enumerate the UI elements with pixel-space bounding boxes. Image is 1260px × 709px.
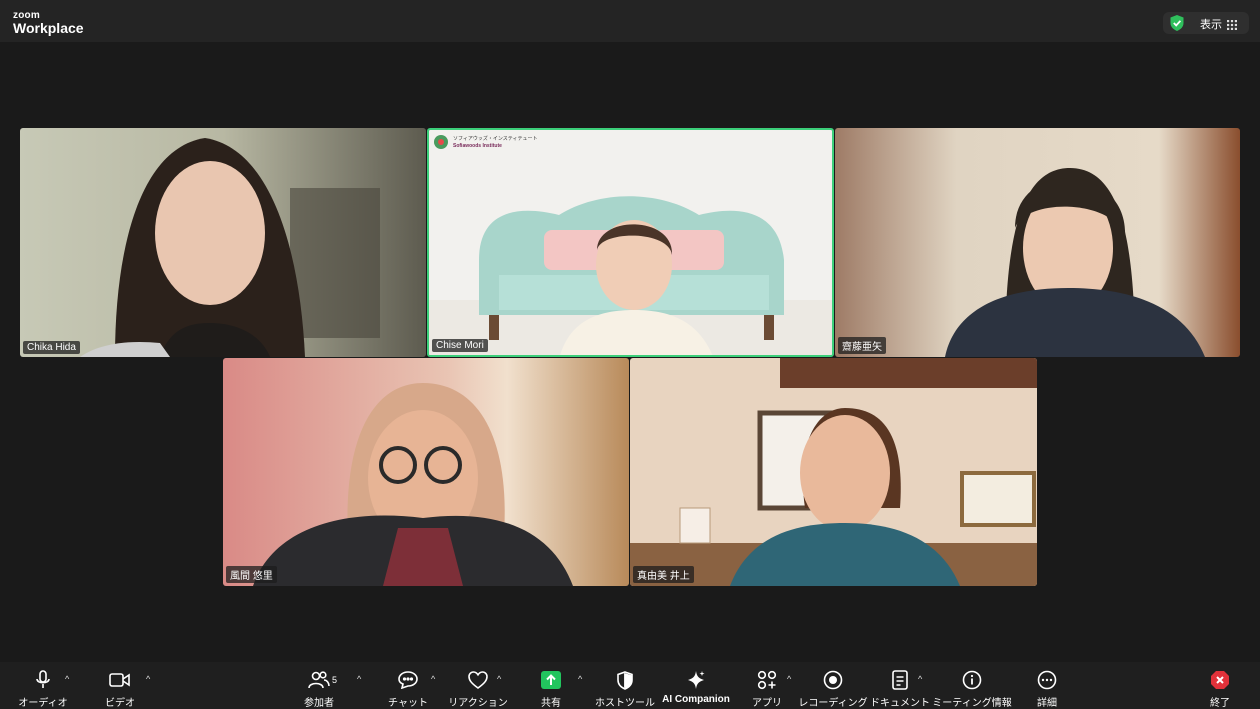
recording-button[interactable]: レコーディング — [798, 662, 868, 709]
share-button[interactable]: 共有 — [535, 662, 567, 709]
chat-bubble-icon — [398, 669, 418, 691]
meeting-info-button[interactable]: ミーティング情報 — [932, 662, 1012, 709]
participant-name: 真由美 井上 — [633, 566, 694, 583]
host-tools-label: ホストツール — [595, 698, 655, 709]
participant-name: Chika Hida — [23, 341, 80, 354]
logo-large-text: Workplace — [13, 20, 84, 36]
title-bar: zoom Workplace 表示 — [0, 0, 1260, 42]
participants-button[interactable]: 参加者 — [296, 662, 342, 709]
audio-label: オーディオ — [18, 698, 68, 709]
document-icon — [892, 669, 908, 691]
reactions-label: リアクション — [448, 698, 508, 709]
view-button[interactable]: 表示 — [1163, 12, 1249, 34]
video-tile-inoue-mayumi[interactable]: 真由美 井上 — [630, 358, 1037, 586]
audio-button[interactable]: オーディオ — [18, 662, 68, 709]
participant-video — [20, 128, 426, 357]
recording-label: レコーディング — [798, 698, 868, 709]
participant-video — [835, 128, 1240, 357]
record-icon — [823, 669, 843, 691]
view-label: 表示 — [1200, 19, 1222, 31]
grid-icon — [1227, 17, 1237, 35]
share-options-chevron-icon[interactable]: ^ — [578, 674, 582, 684]
video-tile-kazama-yuri[interactable]: 風間 悠里 — [223, 358, 629, 586]
video-options-chevron-icon[interactable]: ^ — [146, 674, 150, 684]
participants-icon — [308, 669, 330, 691]
chat-button[interactable]: チャット — [388, 662, 428, 709]
bg-logo-en-text: Sofiawoods Institute — [453, 143, 502, 149]
meeting-info-label: ミーティング情報 — [932, 698, 1012, 709]
more-icon — [1037, 669, 1057, 691]
audio-options-chevron-icon[interactable]: ^ — [65, 674, 69, 684]
participants-label: 参加者 — [304, 698, 334, 709]
participants-options-chevron-icon[interactable]: ^ — [357, 674, 361, 684]
zoom-workplace-logo: zoom Workplace — [13, 11, 84, 36]
info-icon — [962, 669, 982, 691]
apps-options-chevron-icon[interactable]: ^ — [787, 674, 791, 684]
more-label: 詳細 — [1037, 698, 1057, 709]
sparkle-icon — [686, 669, 706, 691]
participant-name: 齋藤亜矢 — [838, 337, 886, 354]
video-gallery: Chika Hida ソフィアウッズ・インスティテュート Sofiawoods … — [0, 42, 1260, 662]
docs-button[interactable]: ドキュメント — [870, 662, 930, 709]
video-tile-chika-hida[interactable]: Chika Hida — [20, 128, 426, 357]
share-screen-icon — [541, 669, 561, 691]
meeting-toolbar: オーディオ ^ ビデオ ^ 参加者 5 ^ チャット ^ リアクション ^ 共有… — [0, 662, 1260, 709]
bg-logo-jp-text: ソフィアウッズ・インスティテュート — [453, 135, 538, 142]
shield-check-icon — [1170, 15, 1184, 36]
ai-companion-label: AI Companion — [662, 694, 730, 705]
video-tile-chise-mori[interactable]: ソフィアウッズ・インスティテュート Sofiawoods Institute C… — [427, 128, 834, 357]
participant-name: Chise Mori — [432, 339, 488, 352]
reactions-button[interactable]: リアクション — [448, 662, 508, 709]
video-label: ビデオ — [105, 698, 135, 709]
apps-button[interactable]: アプリ — [751, 662, 783, 709]
more-button[interactable]: 詳細 — [1032, 662, 1062, 709]
participant-video — [223, 358, 629, 586]
video-button[interactable]: ビデオ — [100, 662, 140, 709]
end-button[interactable]: 終了 — [1205, 662, 1235, 709]
microphone-icon — [35, 669, 51, 691]
share-label: 共有 — [541, 698, 561, 709]
participants-count: 5 — [332, 675, 338, 685]
end-label: 終了 — [1210, 698, 1230, 709]
host-tools-button[interactable]: ホストツール — [595, 662, 655, 709]
participant-name: 風間 悠里 — [226, 566, 277, 583]
video-camera-icon — [109, 669, 131, 691]
chat-label: チャット — [388, 698, 428, 709]
end-meeting-icon — [1210, 669, 1230, 691]
chat-options-chevron-icon[interactable]: ^ — [431, 674, 435, 684]
participant-video — [630, 358, 1037, 586]
participant-video: ソフィアウッズ・インスティテュート Sofiawoods Institute — [429, 130, 832, 355]
video-tile-saito-aya[interactable]: 齋藤亜矢 — [835, 128, 1240, 357]
reactions-options-chevron-icon[interactable]: ^ — [497, 674, 501, 684]
apps-icon — [757, 669, 777, 691]
docs-label: ドキュメント — [870, 698, 930, 709]
apps-label: アプリ — [752, 698, 782, 709]
ai-companion-button[interactable]: AI Companion — [662, 662, 730, 709]
heart-icon — [468, 669, 488, 691]
shield-icon — [617, 669, 633, 691]
docs-options-chevron-icon[interactable]: ^ — [918, 674, 922, 684]
